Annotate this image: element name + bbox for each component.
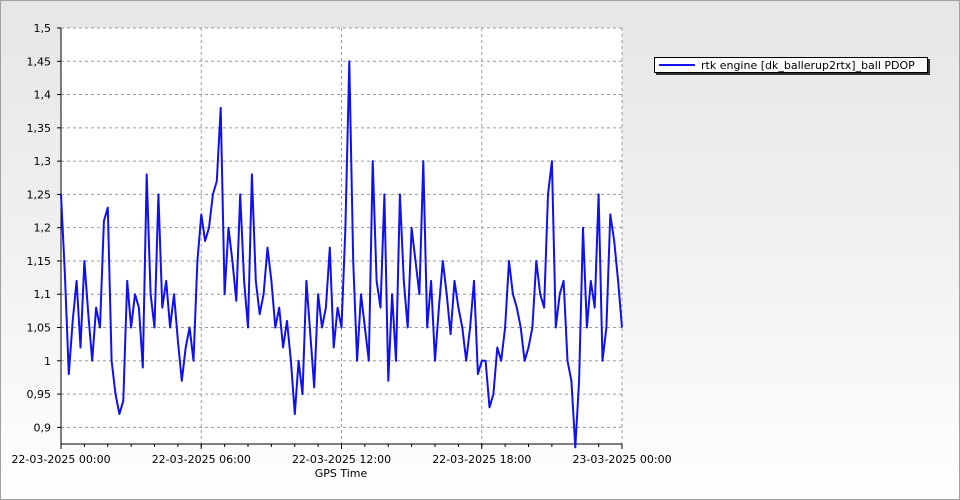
x-tick-label: 23-03-2025 00:00 [572,453,671,466]
x-tick-label: 22-03-2025 12:00 [292,453,391,466]
x-tick-label: 22-03-2025 18:00 [432,453,531,466]
y-axis-ticks: 0,9 0,95 1 1,05 1,1 1,15 1,2 1,25 1,3 1,35 1,4 1,45… [27,22,61,434]
y-tick-label: 0,95 [27,388,52,401]
y-tick-label: 1,05 [27,322,52,335]
y-tick-label: 0,9 [34,421,52,434]
y-tick-label: 1 [44,355,51,368]
y-tick-label: 1,1 [34,288,52,301]
legend-swatch [659,64,695,66]
x-tick-label: 22-03-2025 06:00 [152,453,251,466]
x-axis-ticks: 22-03-2025 00:00 22-03-2025 06:00 22-03-20… [11,444,672,466]
legend-label: rtk engine [dk_ballerup2rtx]_ball PDOP [701,58,915,72]
y-tick-label: 1,45 [27,55,52,68]
y-tick-label: 1,2 [34,222,52,235]
y-tick-label: 1,25 [27,188,52,201]
y-tick-label: 1,35 [27,122,52,135]
y-tick-label: 1,4 [34,89,52,102]
y-tick-label: 1,15 [27,255,52,268]
x-tick-label: 22-03-2025 00:00 [11,453,110,466]
chart-legend: rtk engine [dk_ballerup2rtx]_ball PDOP [654,57,928,73]
y-tick-label: 1,5 [34,22,52,35]
y-tick-label: 1,3 [34,155,52,168]
x-axis-title: GPS Time [315,467,368,480]
pdop-line-chart: 0,9 0,95 1 1,05 1,1 1,15 1,2 1,25 1,3 1,35 1,4 1,45… [11,22,672,480]
